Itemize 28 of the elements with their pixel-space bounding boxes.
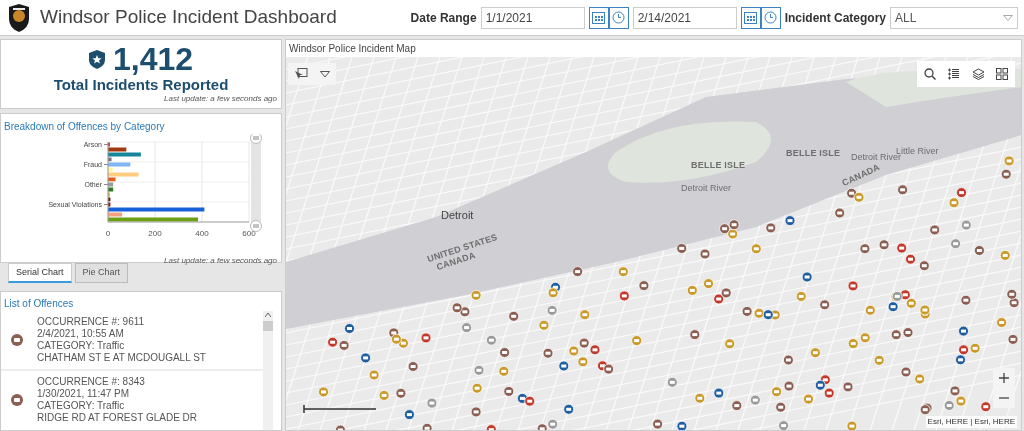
offence-category-text: CATEGORY: Traffic [37, 340, 126, 352]
map-place-label: BELLE ISLE [786, 147, 841, 160]
dashboard-title: Windsor Police Incident Dashboard [40, 5, 337, 30]
offence-datetime-text: 2/4/2021, 10:55 AM [37, 328, 125, 340]
map-place-label: Detroit River [681, 182, 731, 195]
last-update-text: Last update: a few seconds ago [164, 256, 278, 266]
axis-tick-label: 400 [195, 229, 209, 238]
offence-occurrence-text: OCCURRENCE #: 9611 [37, 316, 146, 328]
list-title: List of Offences [3, 297, 75, 311]
offence-location-text: CHATHAM ST E AT MCDOUGALL ST [37, 352, 206, 364]
map-title: Windsor Police Incident Map [288, 42, 417, 56]
last-update-text: Last update: a few seconds ago [164, 94, 278, 104]
axis-tick-label: 200 [148, 229, 162, 238]
offence-occurrence-text: OCCURRENCE #: 8343 [37, 376, 146, 388]
offence-datetime-text: 1/30/2021, 11:47 PM [37, 388, 131, 400]
date-range-label: Date Range [410, 9, 477, 27]
total-label: Total Incidents Reported [53, 76, 229, 94]
incident-category-label: Incident Category [784, 9, 886, 27]
map-attribution: Esri, HERE | Esri, HERE [925, 416, 1017, 428]
offence-location-text: RIDGE RD AT FOREST GLADE DR [37, 412, 198, 424]
map-place-label: Detroit River [851, 152, 901, 164]
total-count: 1,412 [112, 42, 194, 76]
offence-category-text: CATEGORY: Traffic [37, 400, 126, 412]
axis-tick-label: 600 [242, 229, 256, 238]
chart-title: Breakdown of Offences by Category [3, 120, 166, 134]
axis-tick-label: 0 [105, 229, 111, 238]
map-place-label: Detroit [441, 208, 474, 223]
map-place-label: BELLE ISLE [691, 159, 746, 172]
